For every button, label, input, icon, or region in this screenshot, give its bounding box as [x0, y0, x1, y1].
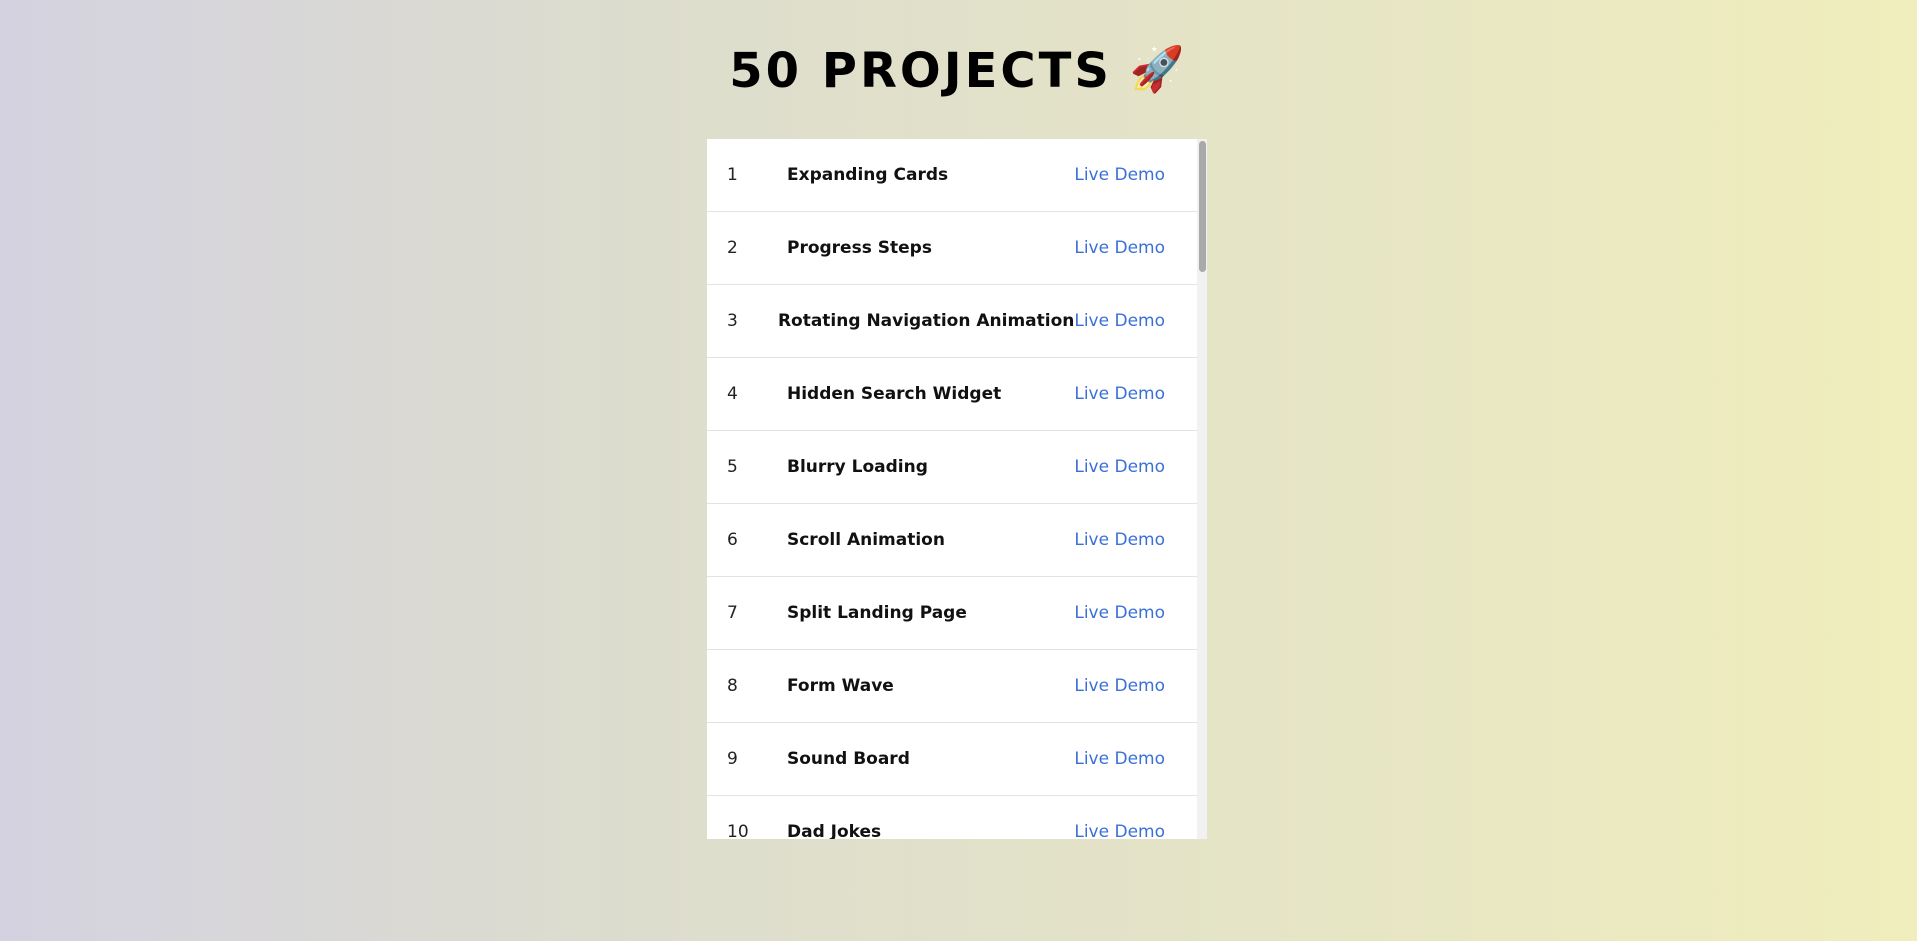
live-demo-link[interactable]: Live Demo	[1074, 822, 1197, 839]
table-row: 2 Progress Steps Live Demo	[707, 212, 1197, 285]
table-row: 5 Blurry Loading Live Demo	[707, 431, 1197, 504]
table-row: 6 Scroll Animation Live Demo	[707, 504, 1197, 577]
scrollbar-track[interactable]	[1197, 139, 1207, 839]
table-row: 9 Sound Board Live Demo	[707, 723, 1197, 796]
live-demo-link[interactable]: Live Demo	[1074, 603, 1197, 623]
project-name: Form Wave	[786, 676, 894, 696]
table-row: 10 Dad Jokes Live Demo	[707, 796, 1197, 839]
page-title: 50 PROJECTS 🚀	[0, 40, 1917, 105]
project-number: 9	[727, 749, 738, 769]
project-name: Rotating Navigation Animation	[777, 311, 1075, 331]
project-number: 10	[727, 822, 749, 839]
live-demo-link[interactable]: Live Demo	[1074, 165, 1197, 185]
table-row: 1 Expanding Cards Live Demo	[707, 139, 1197, 212]
project-number: 2	[727, 238, 738, 258]
project-number: 4	[727, 384, 738, 404]
projects-table[interactable]: 1 Expanding Cards Live Demo 2 Progress S…	[707, 139, 1207, 839]
scrollbar-thumb[interactable]	[1199, 141, 1206, 272]
project-name: Dad Jokes	[786, 822, 882, 839]
projects-table-body: 1 Expanding Cards Live Demo 2 Progress S…	[707, 139, 1197, 839]
project-number: 1	[727, 165, 738, 185]
project-name: Blurry Loading	[786, 457, 928, 477]
live-demo-link[interactable]: Live Demo	[1074, 457, 1197, 477]
live-demo-link[interactable]: Live Demo	[1074, 384, 1197, 404]
project-name: Hidden Search Widget	[786, 384, 1002, 404]
project-name: Progress Steps	[786, 238, 932, 258]
table-row: 3 Rotating Navigation Animation Live Dem…	[707, 285, 1197, 358]
live-demo-link[interactable]: Live Demo	[1074, 311, 1197, 331]
rocket-icon: 🚀	[1129, 44, 1188, 95]
live-demo-link[interactable]: Live Demo	[1074, 530, 1197, 550]
project-number: 7	[727, 603, 738, 623]
project-name: Split Landing Page	[786, 603, 967, 623]
page-title-text: 50 PROJECTS	[729, 43, 1112, 99]
project-name: Expanding Cards	[786, 165, 949, 185]
live-demo-link[interactable]: Live Demo	[1074, 749, 1197, 769]
table-row: 7 Split Landing Page Live Demo	[707, 577, 1197, 650]
project-number: 6	[727, 530, 738, 550]
live-demo-link[interactable]: Live Demo	[1074, 676, 1197, 696]
project-number: 3	[727, 311, 738, 331]
project-number: 8	[727, 676, 738, 696]
table-row: 8 Form Wave Live Demo	[707, 650, 1197, 723]
project-number: 5	[727, 457, 738, 477]
table-row: 4 Hidden Search Widget Live Demo	[707, 358, 1197, 431]
project-name: Sound Board	[786, 749, 910, 769]
project-name: Scroll Animation	[786, 530, 945, 550]
live-demo-link[interactable]: Live Demo	[1074, 238, 1197, 258]
